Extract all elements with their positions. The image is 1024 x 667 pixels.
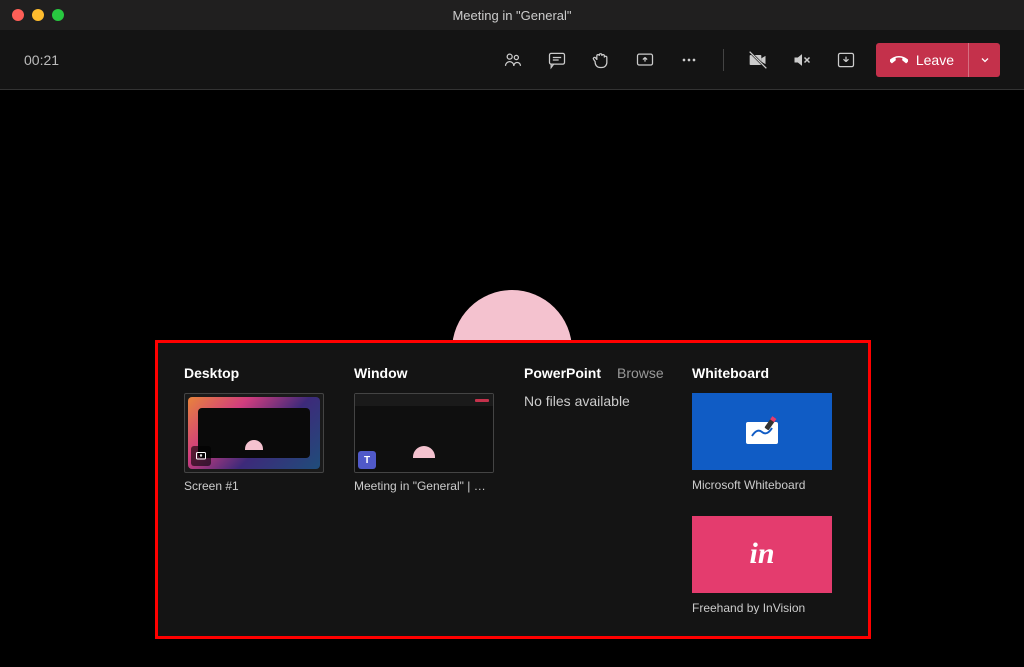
- window-title: Meeting in "General": [0, 8, 1024, 23]
- meeting-stage: [0, 90, 1024, 350]
- share-section-header: Desktop: [184, 365, 334, 381]
- leave-dropdown-button[interactable]: [968, 43, 1000, 77]
- share-section-whiteboard: Whiteboard Microsoft Whiteboard in Freeh…: [692, 365, 842, 614]
- share-window-option[interactable]: T: [354, 393, 494, 473]
- chevron-down-icon: [979, 54, 991, 66]
- whiteboard-invision-option[interactable]: in: [692, 516, 832, 593]
- download-button[interactable]: [824, 42, 868, 78]
- ellipsis-icon: [679, 50, 699, 70]
- leave-label: Leave: [916, 52, 954, 68]
- share-section-header: Window: [354, 365, 504, 381]
- meeting-toolbar: 00:21: [0, 30, 1024, 90]
- raise-hand-button[interactable]: [579, 42, 623, 78]
- hand-icon: [591, 50, 611, 70]
- share-desktop-option[interactable]: [184, 393, 324, 473]
- invision-icon: in: [749, 537, 774, 571]
- mic-toggle-button[interactable]: [780, 42, 824, 78]
- browse-link[interactable]: Browse: [617, 365, 664, 381]
- participants-button[interactable]: [491, 42, 535, 78]
- share-window-label: Meeting in "General" | M…: [354, 479, 494, 493]
- share-screen-icon: [191, 446, 211, 466]
- share-section-desktop: Desktop Screen #1: [184, 365, 334, 614]
- hangup-icon: [890, 51, 908, 69]
- share-section-window: Window T Meeting in "General" | M…: [354, 365, 504, 614]
- powerpoint-empty-message: No files available: [524, 393, 672, 409]
- window-close-button[interactable]: [12, 9, 24, 21]
- whiteboard-microsoft-option[interactable]: [692, 393, 832, 470]
- share-button[interactable]: [623, 42, 667, 78]
- share-content-tray: Desktop Screen #1 Window T Meeting in "G…: [155, 340, 871, 639]
- chat-icon: [547, 50, 567, 70]
- download-tray-icon: [836, 50, 856, 70]
- traffic-lights: [0, 9, 64, 21]
- leave-button[interactable]: Leave: [876, 43, 1000, 77]
- share-section-header: Whiteboard: [692, 365, 842, 381]
- teams-icon: T: [358, 451, 376, 469]
- people-icon: [503, 50, 523, 70]
- share-desktop-label: Screen #1: [184, 479, 324, 493]
- share-screen-icon: [635, 50, 655, 70]
- window-titlebar: Meeting in "General": [0, 0, 1024, 30]
- meeting-timer: 00:21: [24, 52, 59, 68]
- whiteboard-invision-label: Freehand by InVision: [692, 601, 832, 614]
- whiteboard-icon: [742, 414, 782, 450]
- share-section-powerpoint: PowerPoint Browse No files available: [524, 365, 672, 614]
- camera-toggle-button[interactable]: [736, 42, 780, 78]
- speaker-muted-icon: [792, 50, 812, 70]
- camera-off-icon: [748, 50, 768, 70]
- whiteboard-microsoft-label: Microsoft Whiteboard: [692, 478, 832, 491]
- window-minimize-button[interactable]: [32, 9, 44, 21]
- chat-button[interactable]: [535, 42, 579, 78]
- share-section-header: PowerPoint: [524, 365, 601, 381]
- more-actions-button[interactable]: [667, 42, 711, 78]
- toolbar-divider: [723, 49, 724, 71]
- window-maximize-button[interactable]: [52, 9, 64, 21]
